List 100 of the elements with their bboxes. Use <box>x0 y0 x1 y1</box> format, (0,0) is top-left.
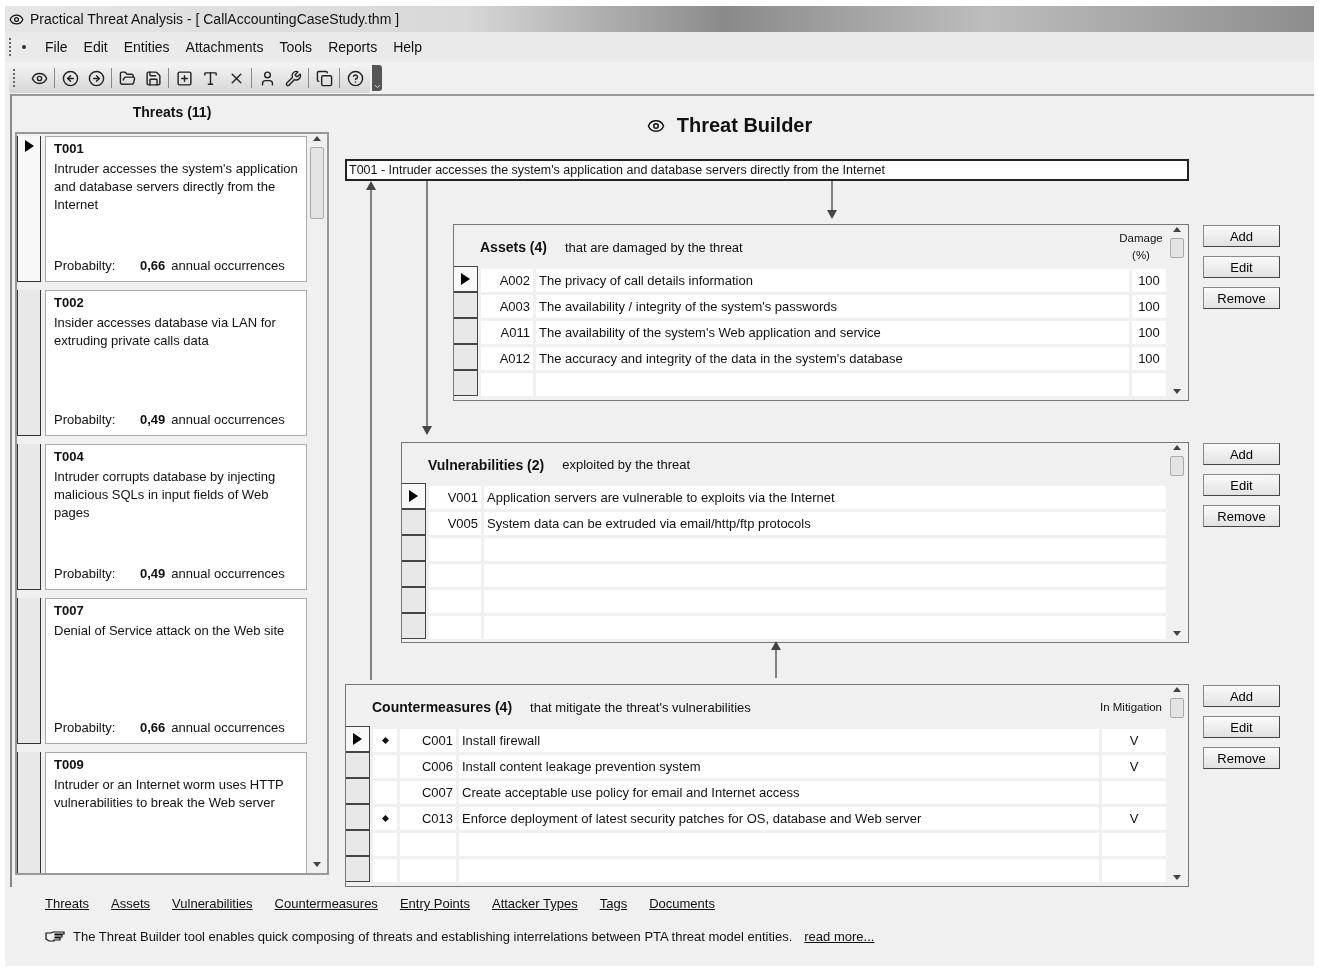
window-title: Practical Threat Analysis - [ CallAccountingCaseStudy.thm ] <box>30 11 400 27</box>
panel-action-button[interactable]: Remove <box>1203 287 1280 309</box>
panel-action-button[interactable]: Add <box>1203 225 1280 247</box>
threat-card[interactable]: T004 Intruder corrupts database by injecting malicious SQLs in input fields of Web pages Probabilty: 0,49 annual occurrences <box>45 444 307 590</box>
row-selector[interactable] <box>402 587 426 613</box>
pointer-icon <box>461 273 470 285</box>
row-selector[interactable] <box>454 292 478 318</box>
panel-action-button[interactable]: Add <box>1203 443 1280 465</box>
panel-subtitle: that mitigate the threat's vulnerabilities <box>530 699 751 715</box>
panel-action-button[interactable]: Remove <box>1203 747 1280 769</box>
threat-description: Intruder corrupts database by injecting malicious SQLs in input fields of Web pages <box>54 468 277 522</box>
threat-id: T007 <box>54 603 85 618</box>
chevron-down-icon[interactable] <box>372 82 382 91</box>
scroll-down-icon[interactable] <box>1173 389 1181 394</box>
scroll-up-icon[interactable] <box>1173 445 1181 450</box>
row-selector[interactable] <box>346 804 370 830</box>
pointing-hand-icon <box>45 930 65 943</box>
probability-unit: annual occurrences <box>171 566 285 581</box>
row-selector[interactable] <box>346 856 370 882</box>
threat-field[interactable]: T001 - Intruder accesses the system's application and database servers directly from the Internet <box>345 159 1189 181</box>
row-selector[interactable] <box>346 778 370 804</box>
row-selector[interactable] <box>17 752 41 873</box>
diamond-icon <box>381 815 389 822</box>
row-selector[interactable] <box>454 318 478 344</box>
id-cell: C007 <box>400 781 456 804</box>
row-selector[interactable] <box>17 136 41 282</box>
probability-label: Probabilty: <box>54 720 117 735</box>
menu-item[interactable]: Edit <box>76 37 115 57</box>
scroll-thumb[interactable] <box>1170 456 1184 476</box>
panel-action-button[interactable]: Add <box>1203 685 1280 707</box>
row-selector[interactable] <box>402 535 426 561</box>
threat-card[interactable]: T009 Intruder or an Internet worm uses HTTP vulnerabilities to break the Web server <box>45 752 307 873</box>
row-selector[interactable] <box>402 509 426 535</box>
value-cell: V <box>1102 729 1166 752</box>
description-cell: Install firewall <box>459 729 1099 752</box>
scroll-thumb[interactable] <box>1170 238 1184 258</box>
nav-link[interactable]: Attacker Types <box>491 896 578 911</box>
value-cell: 100 <box>1132 269 1166 292</box>
id-cell: A002 <box>481 269 533 292</box>
row-selector[interactable] <box>346 726 370 752</box>
scroll-down-icon[interactable] <box>313 862 321 867</box>
nav-link[interactable]: Assets <box>111 896 151 911</box>
nav-link[interactable]: Documents <box>649 896 715 911</box>
menu-item[interactable]: Tools <box>272 37 320 57</box>
panel-action-button[interactable]: Edit <box>1203 716 1280 738</box>
threat-description: Intruder or an Internet worm uses HTTP vulnerabilities to break the Web server <box>54 776 285 812</box>
panel-subtitle: exploited by the threat <box>562 457 691 472</box>
id-cell: A011 <box>481 321 533 344</box>
probability-label: Probabilty: <box>54 258 117 273</box>
probability-value: 0,49 <box>140 566 166 581</box>
row-selector[interactable] <box>454 344 478 370</box>
scroll-thumb[interactable] <box>310 147 324 219</box>
grip-icon[interactable] <box>9 38 14 56</box>
value-cell: V <box>1102 755 1166 778</box>
row-selector[interactable] <box>402 613 426 639</box>
menu-item[interactable]: Entities <box>116 37 177 57</box>
row-selector[interactable] <box>17 598 41 744</box>
column-header: Damage (%) <box>1118 231 1164 263</box>
scroll-up-icon[interactable] <box>313 136 321 141</box>
row-selector[interactable] <box>346 752 370 778</box>
row-selector[interactable] <box>17 444 41 590</box>
menu-item[interactable]: Attachments <box>178 37 271 57</box>
panel-action-button[interactable]: Edit <box>1203 474 1280 496</box>
row-selector[interactable] <box>402 561 426 587</box>
panel-title: Vulnerabilities (2) <box>428 456 545 473</box>
nav-link[interactable]: Vulnerabilities <box>172 896 253 911</box>
nav-link[interactable]: Threats <box>45 896 90 911</box>
id-cell: A003 <box>481 295 533 318</box>
probability-unit: annual occurrences <box>171 412 285 427</box>
grip-icon[interactable] <box>13 69 18 87</box>
menu-item[interactable]: Help <box>386 37 429 57</box>
scroll-up-icon[interactable] <box>1173 687 1181 692</box>
row-selector[interactable] <box>402 483 426 509</box>
nav-link[interactable]: Countermeasures <box>274 896 378 911</box>
description-cell: Install content leakage prevention system <box>459 755 1099 778</box>
value-cell: 100 <box>1132 347 1166 370</box>
threat-id: T002 <box>54 295 85 310</box>
scroll-up-icon[interactable] <box>1173 227 1181 232</box>
scroll-down-icon[interactable] <box>1173 875 1181 880</box>
menu-item[interactable]: File <box>38 37 75 57</box>
scroll-down-icon[interactable] <box>1173 631 1181 636</box>
row-selector[interactable] <box>346 830 370 856</box>
toolbar-overflow-button[interactable] <box>372 65 382 91</box>
description-cell: The availability of the system's Web application and service <box>536 321 1129 344</box>
value-cell: 100 <box>1132 295 1166 318</box>
nav-link[interactable]: Tags <box>599 896 628 911</box>
row-selector[interactable] <box>17 290 41 436</box>
panel-action-button[interactable]: Remove <box>1203 505 1280 527</box>
row-selector[interactable] <box>454 266 478 292</box>
row-selector[interactable] <box>454 370 478 396</box>
read-more-link[interactable]: read more... <box>804 929 875 944</box>
info-text: The Threat Builder tool enables quick composing of threats and establishing interrelations between PTA threat model entities. <box>73 929 793 944</box>
panel-action-button[interactable]: Edit <box>1203 256 1280 278</box>
probability-value: 0,66 <box>140 258 166 273</box>
menu-item[interactable]: Reports <box>321 37 385 57</box>
panel-title: Assets (4) <box>480 239 547 255</box>
nav-link[interactable]: Entry Points <box>399 896 470 911</box>
scroll-thumb[interactable] <box>1170 698 1184 718</box>
value-cell: 100 <box>1132 321 1166 344</box>
builder-title: Threat Builder <box>676 114 813 137</box>
